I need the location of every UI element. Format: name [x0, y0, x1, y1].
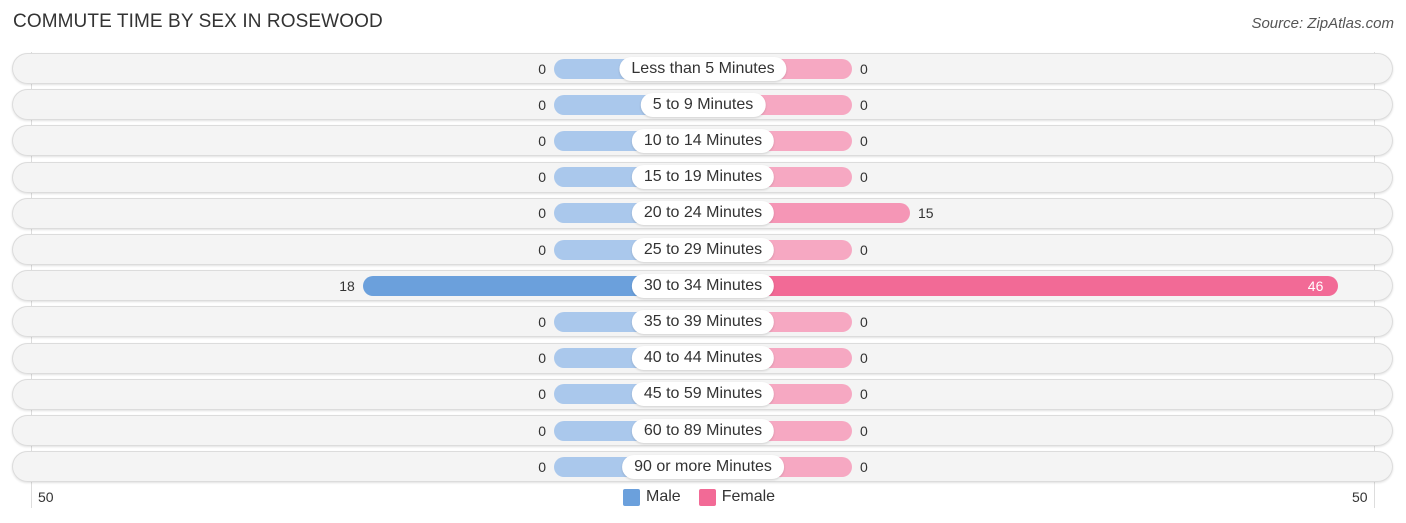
- value-label-male: 0: [538, 96, 546, 113]
- value-label-female: 0: [860, 241, 868, 258]
- value-label-male: 0: [538, 458, 546, 475]
- value-label-female: 0: [860, 350, 868, 367]
- value-label-male: 0: [538, 313, 546, 330]
- category-label: 35 to 39 Minutes: [631, 309, 775, 334]
- axis-label-right: 50: [1352, 489, 1368, 505]
- legend-item-male[interactable]: Male: [623, 488, 681, 506]
- legend: Male Female: [623, 488, 793, 506]
- value-label-female: 46: [1307, 277, 1324, 294]
- value-label-male: 0: [538, 132, 546, 149]
- category-label: 45 to 59 Minutes: [631, 382, 775, 407]
- value-label-male: 0: [538, 422, 546, 439]
- value-label-female: 0: [860, 458, 868, 475]
- category-label: 15 to 19 Minutes: [631, 165, 775, 190]
- value-label-male: 0: [538, 386, 546, 403]
- category-label: Less than 5 Minutes: [619, 56, 787, 81]
- value-label-female: 0: [860, 422, 868, 439]
- legend-label-female: Female: [721, 488, 776, 505]
- category-label: 90 or more Minutes: [622, 454, 784, 479]
- legend-swatch-male: [623, 488, 640, 506]
- value-label-male: 0: [538, 169, 546, 186]
- value-label-male: 0: [538, 241, 546, 258]
- value-label-female: 0: [860, 96, 868, 113]
- value-label-female: 0: [860, 132, 868, 149]
- value-label-female: 0: [860, 169, 868, 186]
- category-label: 30 to 34 Minutes: [631, 273, 775, 298]
- bar-female[interactable]: [703, 275, 1338, 296]
- value-label-male: 18: [339, 277, 355, 294]
- chart-title: COMMUTE TIME BY SEX IN ROSEWOOD: [13, 11, 383, 32]
- value-label-female: 0: [860, 60, 868, 77]
- value-label-female: 0: [860, 386, 868, 403]
- legend-label-male: Male: [646, 488, 681, 505]
- axis-label-left: 50: [38, 489, 54, 505]
- value-label-male: 0: [538, 205, 546, 222]
- category-label: 20 to 24 Minutes: [631, 201, 775, 226]
- category-label: 10 to 14 Minutes: [631, 128, 775, 153]
- legend-item-female[interactable]: Female: [698, 488, 776, 506]
- value-label-female: 0: [860, 313, 868, 330]
- legend-swatch-female: [698, 488, 716, 506]
- category-label: 60 to 89 Minutes: [631, 418, 775, 443]
- category-label: 25 to 29 Minutes: [631, 237, 775, 262]
- category-label: 40 to 44 Minutes: [631, 346, 775, 371]
- source-label: Source: ZipAtlas.com: [1251, 15, 1394, 32]
- value-label-male: 0: [538, 60, 546, 77]
- value-label-male: 0: [538, 350, 546, 367]
- category-label: 5 to 9 Minutes: [640, 92, 766, 117]
- value-label-female: 15: [918, 205, 934, 222]
